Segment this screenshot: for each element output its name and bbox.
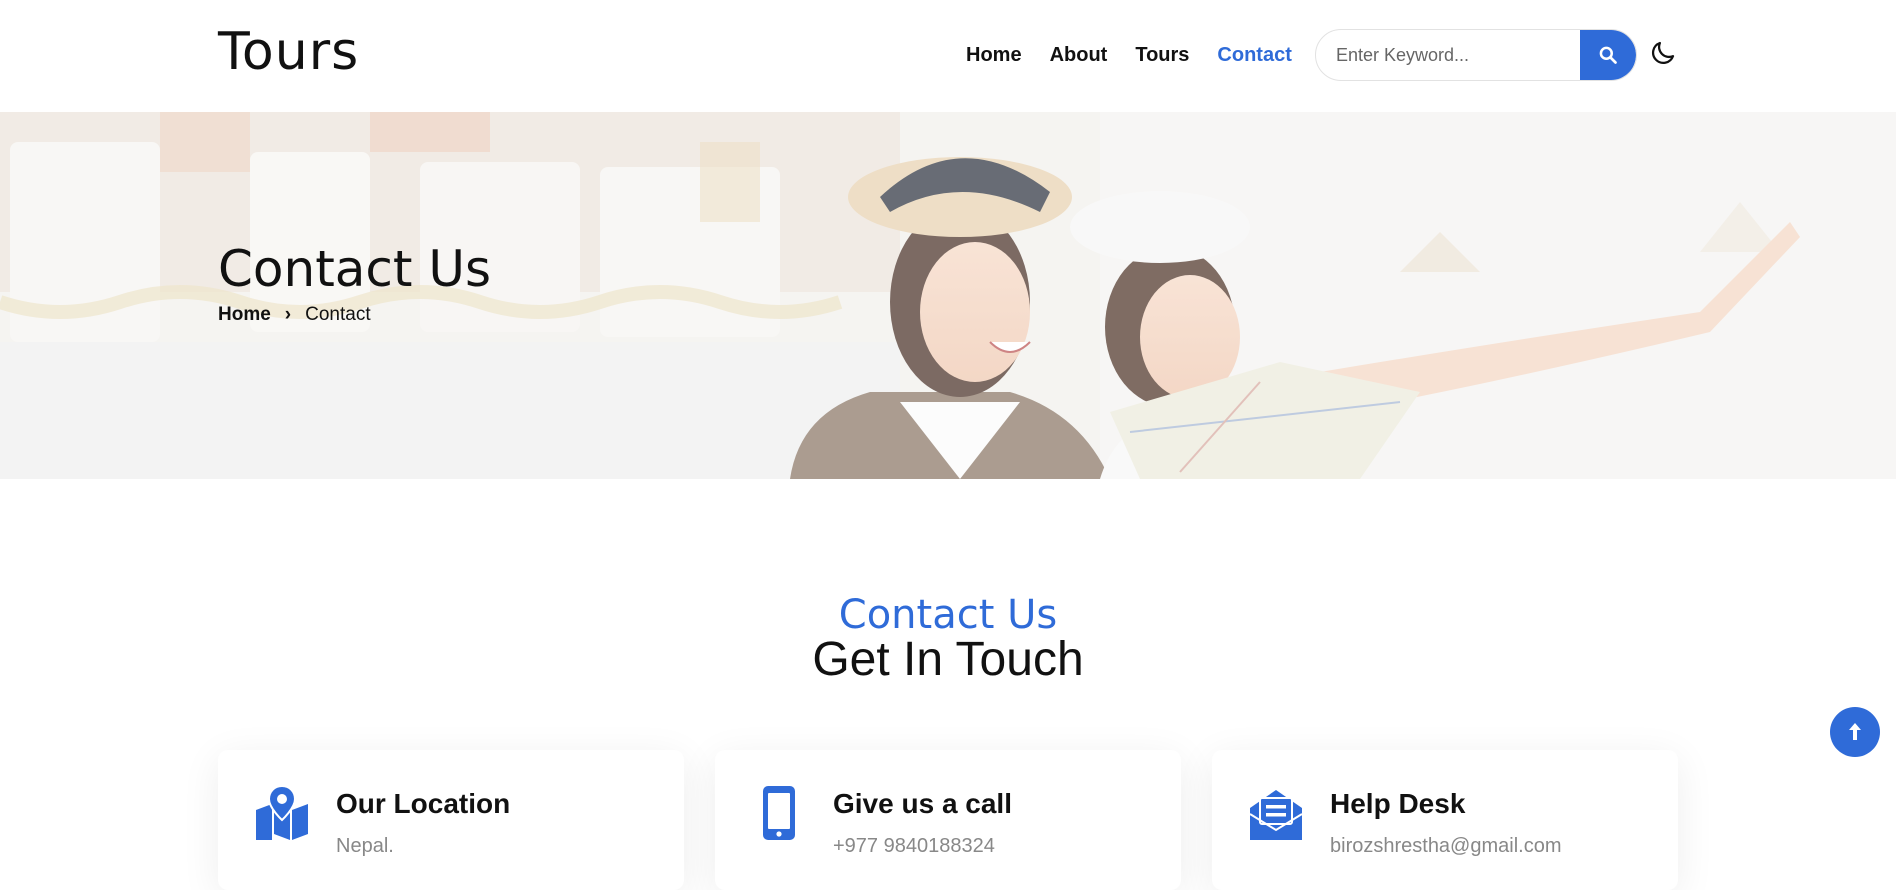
nav-tours[interactable]: Tours [1135,44,1189,67]
main-nav: Home About Tours Contact [966,44,1320,67]
search-input[interactable] [1336,30,1576,80]
breadcrumb-home[interactable]: Home [218,304,271,326]
card-text: Nepal. [336,835,394,857]
envelope-open-icon [1249,790,1303,840]
card-text: +977 9840188324 [833,835,995,857]
breadcrumb-current: Contact [305,304,371,325]
contact-card-call: Give us a call +977 9840188324 [715,750,1181,890]
arrow-up-icon [1849,723,1861,740]
moon-icon[interactable] [1648,38,1678,68]
nav-about[interactable]: About [1050,44,1108,67]
card-title: Give us a call [833,788,1012,819]
site-header: Tours Home About Tours Contact [0,0,1896,112]
nav-contact[interactable]: Contact [1217,44,1291,67]
contact-card-location: Our Location Nepal. [218,750,684,890]
mobile-phone-icon [763,786,795,840]
search-box [1315,29,1637,81]
breadcrumb: Home › Contact [218,304,371,326]
site-logo[interactable]: Tours [218,22,359,82]
section-title: Get In Touch [812,633,1084,686]
card-title: Our Location [336,788,511,819]
search-icon [1599,46,1617,64]
card-title: Help Desk [1330,788,1466,819]
contact-card-helpdesk: Help Desk birozshrestha@gmail.com [1212,750,1678,890]
card-text: birozshrestha@gmail.com [1330,835,1562,857]
scroll-to-top-button[interactable] [1830,707,1880,757]
search-button[interactable] [1580,30,1636,80]
chevron-right-icon: › [284,304,292,325]
page-title: Contact Us [218,240,492,298]
map-location-icon [256,786,308,840]
nav-home[interactable]: Home [966,44,1022,67]
hero-banner: Contact Us Home › Contact [0,112,1896,479]
